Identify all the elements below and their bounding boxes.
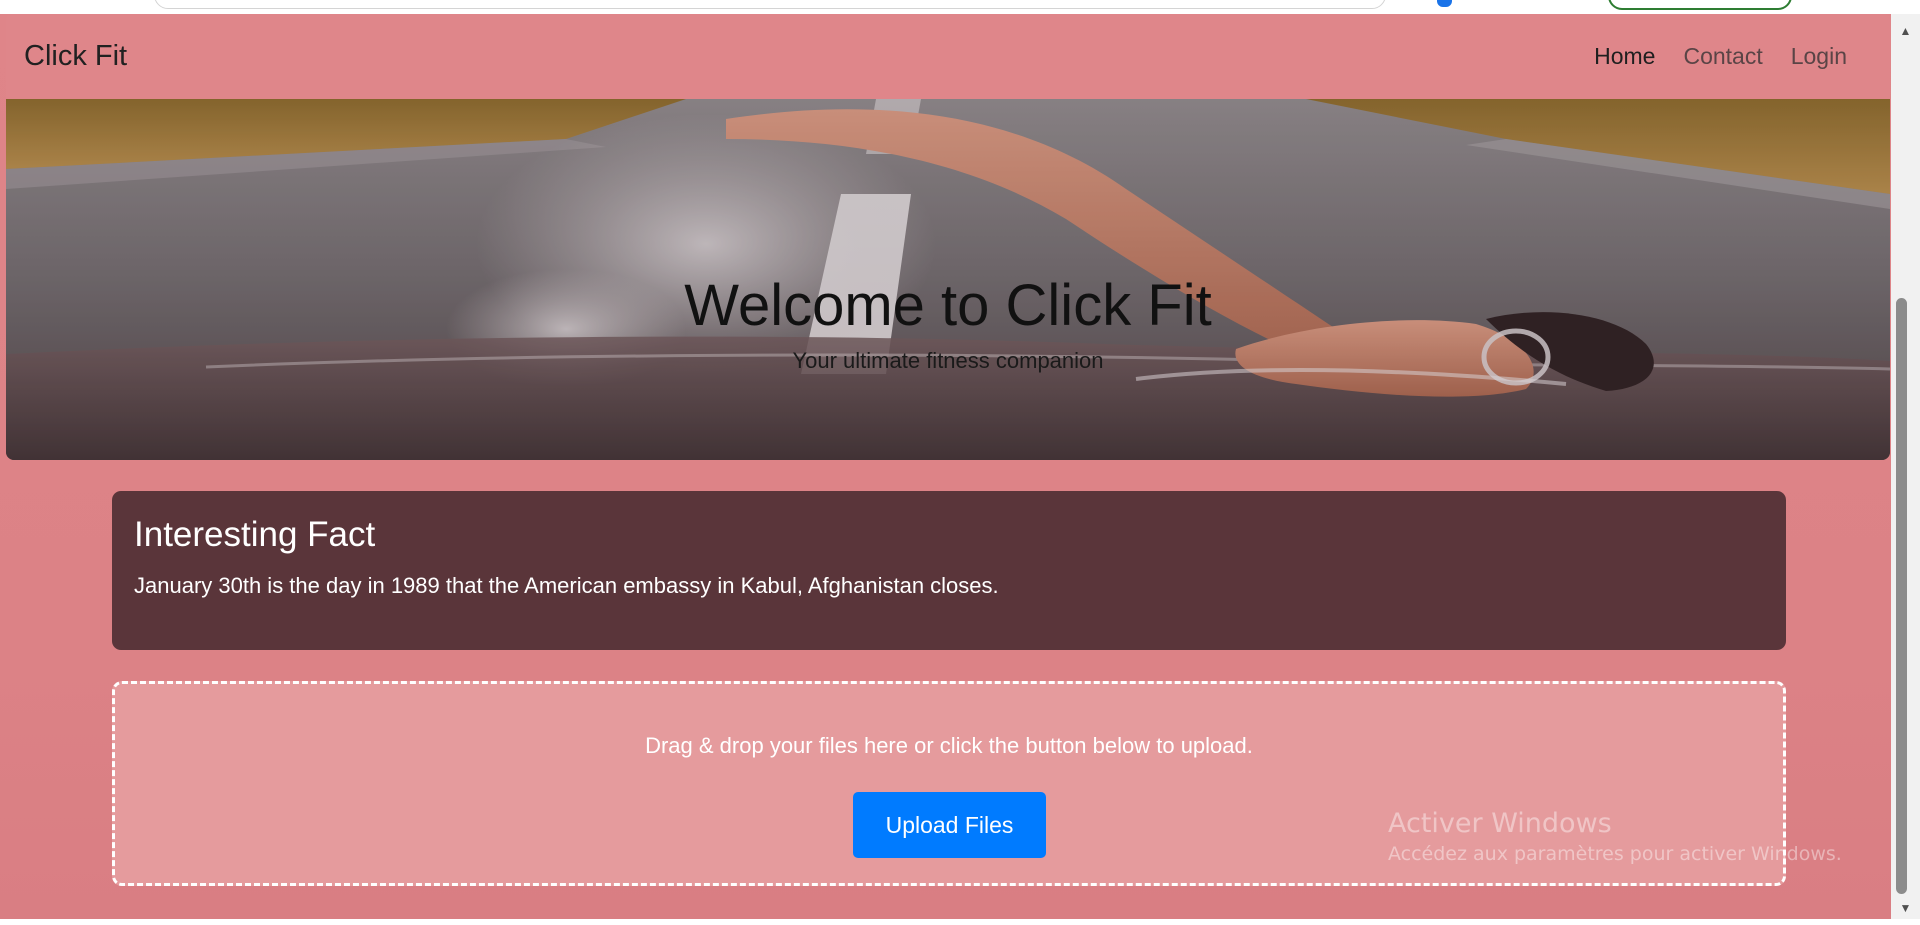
upload-files-button[interactable]: Upload Files	[853, 792, 1046, 858]
fact-text: January 30th is the day in 1989 that the…	[134, 573, 999, 598]
scroll-up-arrow-icon[interactable]: ▲	[1891, 20, 1920, 42]
hero-subtitle: Your ultimate fitness companion	[792, 348, 1104, 373]
bottom-edge	[0, 919, 1891, 925]
nav-link-home[interactable]: Home	[1580, 43, 1669, 70]
vertical-scrollbar[interactable]: ▲ ▼	[1891, 14, 1920, 919]
nav-links: Home Contact Login	[1580, 43, 1861, 70]
hero-banner: Welcome to Click Fit Your ultimate fitne…	[6, 99, 1890, 460]
fact-title: Interesting Fact	[134, 515, 376, 554]
watermark-subtitle: Accédez aux paramètres pour activer Wind…	[1388, 843, 1842, 865]
page: Click Fit Home Contact Login Welcome to …	[0, 14, 1891, 919]
upload-instructions: Drag & drop your files here or click the…	[645, 733, 1253, 758]
hero-title: Welcome to Click Fit	[684, 273, 1212, 338]
scrollbar-thumb[interactable]	[1896, 298, 1907, 894]
address-bar[interactable]	[154, 0, 1386, 9]
extension-badge-icon[interactable]	[1437, 0, 1452, 7]
watermark-title: Activer Windows	[1388, 808, 1612, 839]
nav-link-contact[interactable]: Contact	[1669, 43, 1776, 70]
brand-logo[interactable]: Click Fit	[24, 40, 127, 73]
browser-action-button[interactable]	[1608, 0, 1792, 10]
browser-chrome-remnant	[0, 0, 1920, 14]
navbar: Click Fit Home Contact Login	[6, 14, 1890, 99]
scroll-down-arrow-icon[interactable]: ▼	[1891, 897, 1920, 919]
windows-activation-watermark: Activer Windows Accédez aux paramètres p…	[1388, 808, 1842, 865]
nav-link-login[interactable]: Login	[1777, 43, 1861, 70]
interesting-fact-card: Interesting Fact January 30th is the day…	[112, 491, 1786, 650]
